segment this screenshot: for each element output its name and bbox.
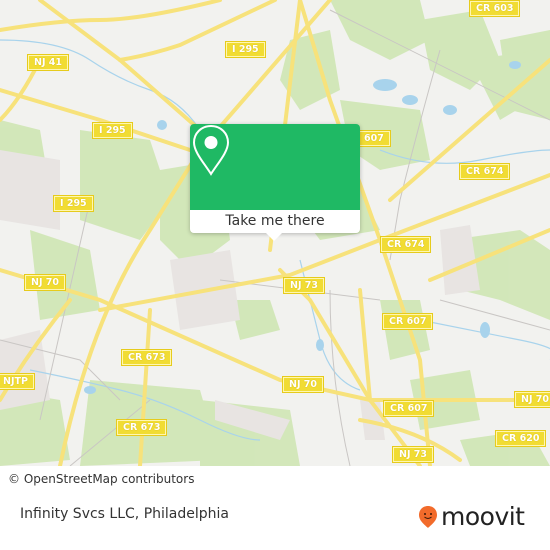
road-shield-nj41: NJ 41 bbox=[28, 55, 69, 70]
road-shield-cr603: CR 603 bbox=[470, 1, 520, 16]
road-shield-cr674-right: CR 674 bbox=[460, 164, 510, 179]
moovit-logo[interactable]: moovit bbox=[418, 502, 525, 531]
road-shield-nj70-left: NJ 70 bbox=[25, 275, 66, 290]
road-shield-nj73-top: NJ 73 bbox=[284, 278, 325, 293]
popup-pointer bbox=[266, 233, 282, 241]
road-shield-cr620: CR 620 bbox=[496, 431, 546, 446]
location-popup[interactable]: Take me there bbox=[190, 124, 360, 241]
road-shield-cr607-bottom: CR 607 bbox=[384, 401, 434, 416]
map-pin-icon bbox=[192, 124, 230, 176]
road-shield-i295-top: I 295 bbox=[226, 42, 265, 57]
road-shield-i295-left: I 295 bbox=[54, 196, 93, 211]
road-shield-nj70-right: NJ 70 bbox=[515, 392, 550, 407]
road-shield-i295-mid: I 295 bbox=[93, 123, 132, 138]
road-shield-cr607-mid: CR 607 bbox=[383, 314, 433, 329]
road-shield-cr673-bottom: CR 673 bbox=[117, 420, 167, 435]
place-title: Infinity Svcs LLC, Philadelphia bbox=[20, 506, 229, 522]
road-shield-cr607-top: 607 bbox=[358, 131, 390, 146]
popup-header[interactable] bbox=[190, 124, 360, 210]
take-me-there-label[interactable]: Take me there bbox=[225, 213, 324, 229]
road-shield-nj70-mid: NJ 70 bbox=[283, 377, 324, 392]
road-shield-njtp: NJTP bbox=[0, 374, 34, 389]
road-shield-cr673-top: CR 673 bbox=[122, 350, 172, 365]
map-attribution[interactable]: © OpenStreetMap contributors bbox=[0, 469, 203, 489]
map-view[interactable]: CR 603 I 295 NJ 41 I 295 I 295 607 CR 67… bbox=[0, 0, 550, 466]
road-shield-cr674-mid: CR 674 bbox=[381, 237, 431, 252]
brand-name: moovit bbox=[441, 502, 525, 531]
moovit-pin-icon bbox=[419, 506, 437, 528]
take-me-there-button[interactable]: Take me there bbox=[190, 210, 360, 233]
road-shield-nj73-bottom: NJ 73 bbox=[393, 447, 434, 462]
